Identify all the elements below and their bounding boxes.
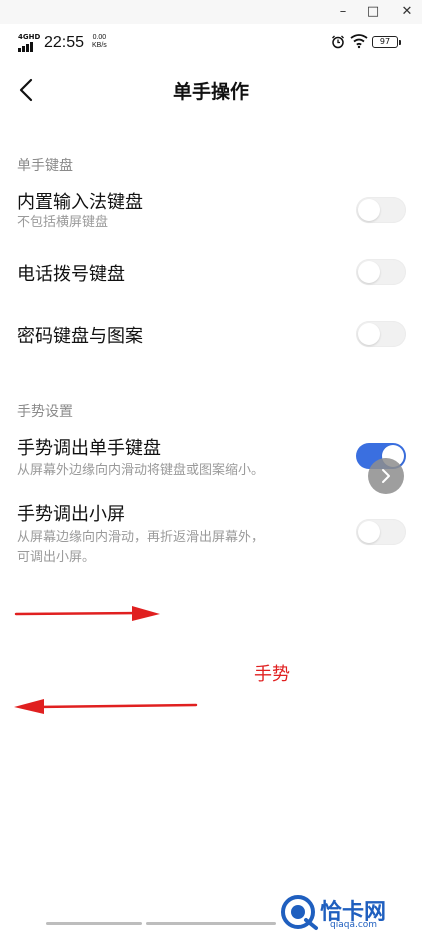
speed-unit: KB/s — [92, 42, 107, 49]
section-header-gesture: 手势设置 — [17, 404, 73, 420]
setting-title: 手势调出单手键盘 — [17, 438, 161, 459]
setting-subtitle: 不包括横屏键盘 — [17, 215, 109, 230]
arrow-right-annotation — [14, 606, 160, 621]
setting-subtitle-line-1: 从屏幕边缘向内滑动，再折返滑出屏幕外， — [17, 530, 265, 545]
status-time: 22:55 — [44, 34, 85, 51]
setting-subtitle: 从屏幕外边缘向内滑动将键盘或图案缩小。 — [17, 463, 265, 478]
window-title-bar: – □ ✕ — [0, 0, 422, 24]
network-speed: 0.00 KB/s — [92, 34, 107, 50]
setting-title: 电话拨号键盘 — [17, 264, 125, 285]
toggle-dialer[interactable] — [356, 259, 406, 285]
setting-title: 内置输入法键盘 — [17, 192, 143, 213]
wifi-icon — [350, 34, 368, 49]
setting-subtitle-line-2: 可调出小屏。 — [17, 550, 96, 565]
speed-value: 0.00 — [92, 34, 107, 41]
toggle-builtin-ime[interactable] — [356, 197, 406, 223]
battery-icon: 97 — [372, 36, 401, 48]
close-button[interactable]: ✕ — [398, 3, 416, 21]
annotation-label: 手势 — [254, 664, 290, 685]
watermark-url: qiaqa.com — [330, 920, 378, 930]
section-header-keyboard: 单手键盘 — [17, 158, 73, 174]
toggle-password-pattern[interactable] — [356, 321, 406, 347]
signal-icon — [18, 42, 36, 52]
toggle-gesture-small-screen[interactable] — [356, 519, 406, 545]
minimize-button[interactable]: – — [334, 3, 352, 21]
maximize-button[interactable]: □ — [364, 3, 382, 21]
setting-title: 密码键盘与图案 — [17, 326, 143, 347]
chevron-right-icon — [382, 469, 390, 483]
alarm-icon — [332, 35, 344, 49]
home-indicator — [146, 922, 276, 925]
setting-title: 手势调出小屏 — [17, 504, 125, 525]
home-indicator — [46, 922, 142, 925]
app-header: 单手操作 — [0, 64, 422, 116]
status-bar: 4GHD 22:55 0.00 KB/s 97 — [0, 24, 422, 64]
watermark-logo — [281, 895, 318, 930]
floating-assist-button[interactable] — [368, 458, 404, 494]
page-title: 单手操作 — [172, 81, 249, 103]
arrow-left-annotation — [14, 699, 198, 714]
network-type: 4GHD — [18, 33, 41, 41]
